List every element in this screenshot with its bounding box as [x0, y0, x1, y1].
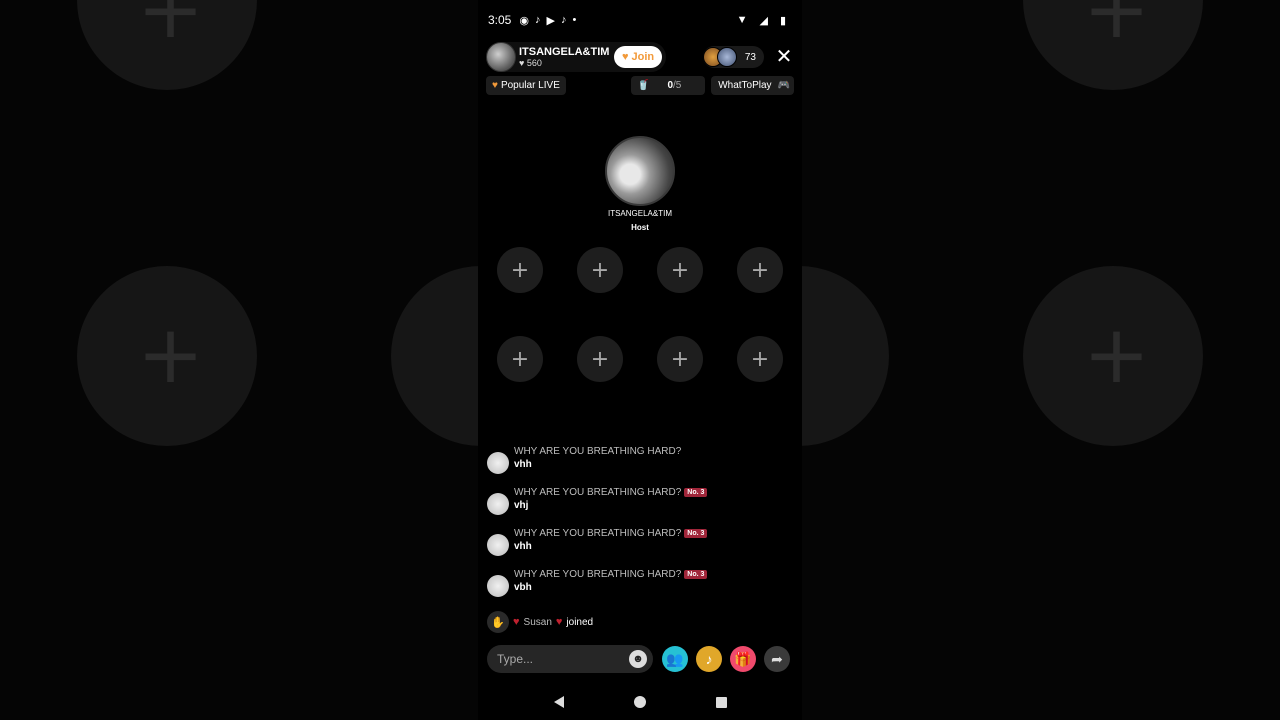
- rank-badge: No. 3: [684, 488, 708, 497]
- gift-icon[interactable]: 🎁: [730, 646, 756, 672]
- goal-progress[interactable]: 🥤 0/5: [631, 75, 706, 95]
- live-subbar: ♥ Popular LIVE 🥤 0/5 WhatToPlay 🎮: [486, 75, 794, 95]
- chat-username: WHY ARE YOU BREATHING HARD?: [514, 528, 682, 539]
- dot-icon: •: [572, 14, 577, 26]
- bg-plus-icon: +: [137, 0, 205, 56]
- tiktok-icon: ♪: [560, 14, 567, 26]
- viewer-avatar: [716, 47, 737, 67]
- heart-icon: ♥: [519, 58, 525, 68]
- empty-seat-plus-icon[interactable]: +: [737, 247, 783, 293]
- comment-input[interactable]: [497, 652, 627, 666]
- bg-plus-icon: +: [1083, 0, 1151, 56]
- bg-plus-icon: +: [1083, 308, 1151, 401]
- heart-icon: ♥: [492, 79, 498, 91]
- record-icon: ◉: [519, 14, 529, 27]
- tiktok-icon: ♪: [534, 14, 541, 26]
- comment-field[interactable]: ☻: [487, 645, 653, 673]
- viewer-count: 73: [744, 51, 756, 63]
- bottom-bar: ☻ 👥 ♪ 🎁 ➦: [487, 644, 792, 674]
- chat-list: WHY ARE YOU BREATHING HARD? vhh WHY ARE …: [487, 446, 787, 610]
- chat-username: WHY ARE YOU BREATHING HARD?: [514, 446, 682, 457]
- status-time: 3:05: [488, 13, 512, 27]
- chat-text: vhh: [514, 541, 532, 552]
- join-label: Join: [631, 51, 655, 63]
- bg-plus-icon: +: [137, 308, 205, 401]
- host-likes: ♥ 560: [519, 58, 614, 68]
- signal-icon: ◢: [759, 14, 768, 27]
- host-profile[interactable]: ITSANGELA&TIM ♥ 560 ♥ Join: [486, 42, 667, 72]
- phone-screen: 3:05 ◉ ♪ ▶ ♪ • ▼ ◢ ▮ ITSANGELA&TIM ♥ 560…: [478, 0, 802, 720]
- heart-icon: ♥: [555, 616, 563, 628]
- chat-message[interactable]: WHY ARE YOU BREATHING HARD? No. 3 vhj: [487, 487, 787, 528]
- youtube-icon: ▶: [546, 14, 555, 27]
- wifi-icon: ▼: [736, 14, 748, 26]
- share-icon[interactable]: ➦: [764, 646, 790, 672]
- host-avatar-small[interactable]: [486, 42, 516, 72]
- host-seat[interactable]: ITSANGELA&TIM Host: [605, 136, 675, 232]
- chat-text: vhh: [514, 459, 532, 470]
- chat-avatar[interactable]: [487, 493, 509, 515]
- live-header: ITSANGELA&TIM ♥ 560 ♥ Join 73 ✕: [486, 42, 794, 72]
- chat-username: WHY ARE YOU BREATHING HARD?: [514, 487, 682, 498]
- close-icon[interactable]: ✕: [774, 47, 794, 67]
- chat-avatar[interactable]: [487, 452, 509, 474]
- empty-seat-plus-icon[interactable]: +: [497, 247, 543, 293]
- chat-username: WHY ARE YOU BREATHING HARD?: [514, 569, 682, 580]
- empty-seat-plus-icon[interactable]: +: [737, 336, 783, 382]
- join-button[interactable]: ♥ Join: [614, 46, 663, 68]
- host-name: ITSANGELA&TIM: [519, 46, 610, 58]
- recents-icon[interactable]: [715, 696, 727, 708]
- popular-live-tag[interactable]: ♥ Popular LIVE: [486, 75, 566, 95]
- goal-avatar-icon: 🥤: [637, 79, 650, 91]
- empty-seat-plus-icon[interactable]: +: [657, 336, 703, 382]
- android-nav-bar: [478, 690, 802, 714]
- likes-count: 560: [526, 58, 542, 68]
- host-role: Host: [631, 223, 649, 232]
- host-info: ITSANGELA&TIM ♥ 560: [519, 46, 614, 68]
- status-bar: 3:05 ◉ ♪ ▶ ♪ • ▼ ◢ ▮: [478, 0, 802, 40]
- joiner-name[interactable]: Susan: [524, 617, 552, 628]
- chat-message[interactable]: WHY ARE YOU BREATHING HARD? vhh: [487, 446, 787, 487]
- chat-message[interactable]: WHY ARE YOU BREATHING HARD? No. 3 vbh: [487, 569, 787, 610]
- what-to-play-label: WhatToPlay: [718, 79, 772, 91]
- chat-text: vhj: [514, 500, 529, 511]
- rank-badge: No. 3: [684, 570, 708, 579]
- what-to-play-button[interactable]: WhatToPlay 🎮: [711, 75, 794, 95]
- home-icon[interactable]: [633, 696, 646, 708]
- chat-text: vbh: [514, 582, 532, 593]
- heart-icon: ♥: [513, 616, 520, 628]
- viewers-pill[interactable]: 73: [702, 46, 764, 68]
- battery-icon: ▮: [779, 14, 786, 27]
- back-icon[interactable]: [553, 696, 564, 708]
- empty-seat-plus-icon[interactable]: +: [577, 247, 623, 293]
- game-icon: 🎮: [777, 79, 790, 91]
- chat-avatar[interactable]: [487, 575, 509, 597]
- wave-icon[interactable]: ✋: [487, 611, 509, 633]
- empty-seat-plus-icon[interactable]: +: [577, 336, 623, 382]
- effects-icon[interactable]: ♪: [696, 646, 722, 672]
- join-action: joined: [566, 616, 594, 628]
- empty-seat-plus-icon[interactable]: +: [657, 247, 703, 293]
- emoji-icon[interactable]: ☻: [629, 650, 647, 668]
- rank-badge: No. 3: [684, 529, 708, 538]
- host-avatar[interactable]: [605, 136, 675, 206]
- empty-seat-plus-icon[interactable]: +: [497, 336, 543, 382]
- join-event: ✋ ♥ Susan ♥ joined: [487, 611, 593, 633]
- collab-icon[interactable]: 👥: [662, 646, 688, 672]
- popular-live-label: Popular LIVE: [500, 79, 560, 91]
- chat-avatar[interactable]: [487, 534, 509, 556]
- chat-message[interactable]: WHY ARE YOU BREATHING HARD? No. 3 vhh: [487, 528, 787, 569]
- goal-total: /5: [673, 79, 682, 91]
- host-seat-name: ITSANGELA&TIM: [607, 209, 672, 218]
- heart-badge-icon: ♥: [622, 51, 629, 63]
